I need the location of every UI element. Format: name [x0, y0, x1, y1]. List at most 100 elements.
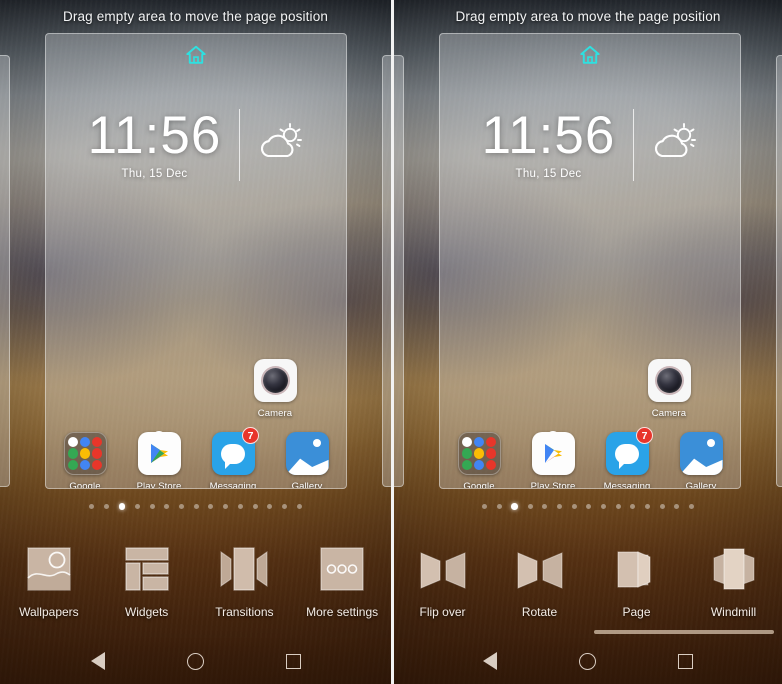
folder-mini-icon [79, 448, 91, 459]
page-dot[interactable] [542, 503, 548, 509]
gallery-icon[interactable] [679, 432, 723, 475]
page-dot[interactable] [179, 503, 185, 509]
folder-mini-icon [473, 436, 485, 447]
page-dot[interactable] [659, 503, 665, 509]
app-label: Messaging [209, 481, 257, 489]
page-dot[interactable] [481, 503, 487, 509]
speech-bubble-icon [615, 443, 639, 469]
page-dot[interactable] [556, 503, 562, 509]
page-card-next[interactable] [382, 55, 391, 487]
toolbar-scrollbar[interactable] [594, 630, 774, 634]
app-camera[interactable]: Camera [238, 359, 312, 419]
page-card-current[interactable]: 11:56 Thu, 15 Dec Camera Google Play Sto… [45, 33, 347, 489]
clock-weather-widget[interactable]: 11:56 Thu, 15 Dec [440, 109, 740, 181]
app-camera[interactable]: Camera [632, 359, 706, 419]
app-messaging[interactable]: 7 Messaging [196, 427, 270, 489]
app-play-store[interactable]: Play Store [122, 431, 196, 488]
page-dot[interactable] [281, 503, 287, 509]
page-dot-active[interactable] [511, 503, 518, 510]
camera-icon[interactable] [647, 359, 691, 402]
transitions-toolbar-right: Flip over Rotate Page Windmill [394, 540, 782, 635]
home-indicator-icon[interactable] [579, 44, 601, 66]
page-dot[interactable] [571, 503, 577, 509]
toolbar-item-rotate[interactable]: Rotate [491, 540, 588, 635]
clock-date: Thu, 15 Dec [121, 168, 188, 181]
page-card-strip[interactable]: 11:56 Thu, 15 Dec Camera Google Play Sto… [394, 33, 782, 489]
page-indicator-dots[interactable] [394, 503, 782, 510]
page-indicator-dots[interactable] [0, 503, 391, 510]
home-indicator-icon[interactable] [185, 44, 207, 66]
clock-weather-widget[interactable]: 11:56 Thu, 15 Dec [46, 109, 346, 181]
page-dot[interactable] [630, 503, 636, 509]
page-dot[interactable] [89, 503, 95, 509]
app-label: Google [69, 481, 101, 489]
page-dot[interactable] [104, 503, 110, 509]
toolbar-item-wallpapers[interactable]: Wallpapers [0, 540, 98, 635]
page-card-previous[interactable] [394, 55, 404, 487]
page-dot[interactable] [689, 503, 695, 509]
page-dot[interactable] [527, 503, 533, 509]
google-folder-icon[interactable] [457, 432, 501, 475]
page-dot[interactable] [645, 503, 650, 509]
page-card-current[interactable]: 11:56 Thu, 15 Dec Camera Google Play Sto… [439, 33, 741, 489]
page-card-next[interactable] [776, 55, 782, 487]
wallpapers-icon [20, 540, 78, 598]
toolbar-item-windmill[interactable]: Windmill [685, 540, 782, 635]
page-dot[interactable] [164, 503, 170, 509]
google-folder-icon[interactable] [63, 432, 107, 475]
app-messaging[interactable]: 7 Messaging [590, 427, 664, 488]
folder-mini-icon [485, 460, 496, 471]
toolbar-item-page[interactable]: Page [588, 540, 685, 635]
back-icon[interactable] [90, 652, 105, 670]
toolbar-item-widgets[interactable]: Widgets [98, 540, 196, 635]
app-google-folder[interactable]: Google [48, 432, 122, 489]
bag-handle-shape [546, 431, 560, 439]
toolbar-label: More settings [306, 605, 379, 619]
right-phone-screen: Drag empty area to move the page positio… [391, 0, 782, 684]
partly-cloudy-icon [655, 122, 697, 157]
home-icon[interactable] [579, 652, 596, 670]
play-store-icon[interactable] [137, 431, 181, 475]
folder-mini-icon [485, 448, 496, 459]
recents-icon[interactable] [285, 653, 301, 669]
page-dot[interactable] [674, 503, 680, 509]
toolbar-item-transitions[interactable]: Transitions [196, 540, 294, 635]
recents-icon[interactable] [678, 653, 693, 669]
page-dot[interactable] [600, 503, 606, 509]
app-play-store[interactable]: Play Store [516, 431, 590, 488]
app-google-folder[interactable]: Google [442, 432, 516, 488]
page-dot[interactable] [586, 503, 592, 509]
page-dot[interactable] [223, 503, 229, 509]
page-dot-active[interactable] [118, 503, 126, 510]
page-dot[interactable] [135, 503, 140, 509]
partly-cloudy-icon [261, 122, 303, 157]
page-card-strip[interactable]: 11:56 Thu, 15 Dec Camera Google Play Sto… [0, 33, 391, 489]
page-card-previous[interactable] [0, 55, 10, 487]
app-gallery[interactable]: Gallery [270, 432, 344, 488]
page-icon [608, 540, 666, 598]
page-dot[interactable] [252, 503, 258, 509]
android-navigation-bar [394, 638, 782, 684]
toolbar-item-more-settings[interactable]: More settings [293, 540, 391, 635]
page-dot[interactable] [208, 503, 214, 509]
page-dot[interactable] [267, 503, 273, 509]
toolbar-label: Flip over [419, 605, 466, 619]
app-gallery[interactable]: Gallery [664, 432, 738, 488]
back-icon[interactable] [483, 652, 497, 670]
page-dot[interactable] [496, 503, 502, 509]
toolbar-item-flip-over[interactable]: Flip over [394, 540, 491, 635]
gallery-icon[interactable] [285, 432, 329, 475]
mountain-shape [285, 458, 329, 475]
clock-time: 11:56 [87, 105, 222, 165]
page-dot[interactable] [149, 503, 155, 509]
camera-icon[interactable] [253, 359, 297, 402]
toolbar-label: Page [622, 605, 651, 619]
speech-bubble-icon [221, 443, 245, 469]
page-dot[interactable] [615, 503, 621, 509]
home-icon[interactable] [186, 652, 204, 670]
page-dot[interactable] [296, 503, 302, 509]
play-triangle-icon [151, 444, 168, 463]
page-dot[interactable] [193, 503, 199, 509]
play-store-icon[interactable] [531, 431, 575, 475]
page-dot[interactable] [237, 503, 243, 509]
